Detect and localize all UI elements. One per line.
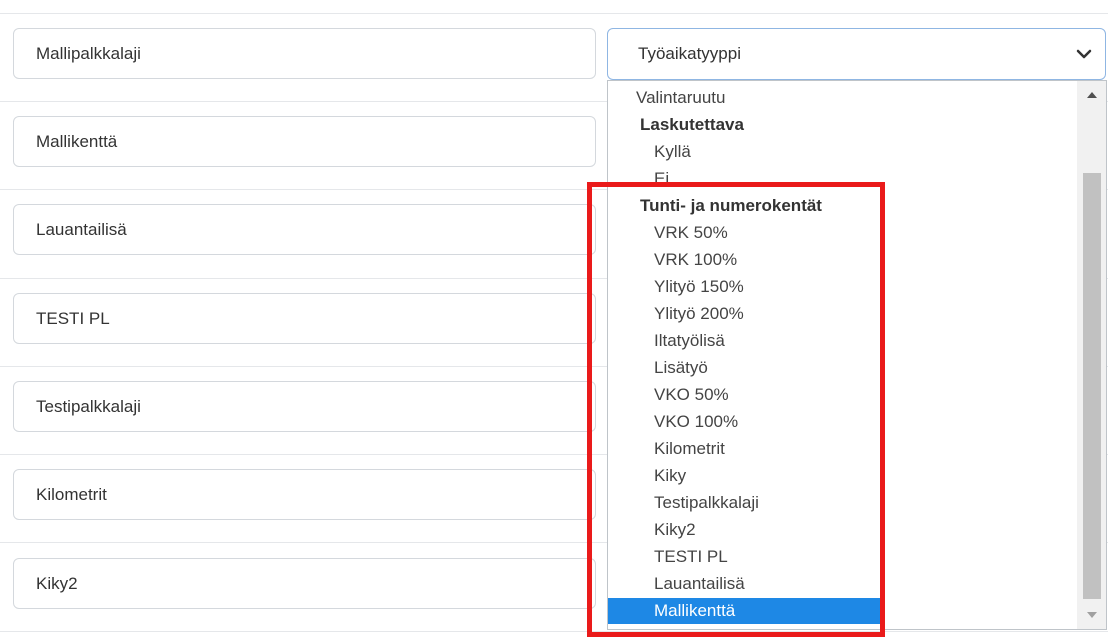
dropdown-option[interactable]: Kiky2 <box>608 517 1106 543</box>
dropdown-option[interactable]: TESTI PL <box>608 544 1106 570</box>
dropdown-option[interactable]: Kyllä <box>608 139 1106 165</box>
dropdown-option[interactable]: Lisätyö <box>608 355 1106 381</box>
dropdown-option[interactable]: VRK 100% <box>608 247 1106 273</box>
dropdown-option[interactable]: VKO 100% <box>608 409 1106 435</box>
scrollbar-thumb[interactable] <box>1083 173 1101 599</box>
dropdown-option[interactable]: Ylityö 200% <box>608 301 1106 327</box>
dropdown-option[interactable]: Iltatyölisä <box>608 328 1106 354</box>
dropdown-option[interactable]: Kilometrit <box>608 436 1106 462</box>
scroll-up-arrow-icon[interactable] <box>1087 92 1097 98</box>
dropdown-group-label: Tunti- ja numerokentät <box>640 196 822 215</box>
dropdown-option[interactable]: VKO 50% <box>608 382 1106 408</box>
chevron-down-icon <box>1076 49 1092 59</box>
dropdown-option-selected[interactable]: Mallikenttä <box>608 598 882 624</box>
dropdown-option[interactable]: Lauantailisä <box>608 571 1106 597</box>
row-divider <box>0 13 1108 14</box>
field-type-dropdown[interactable]: Valintaruutu Laskutettava Kyllä Ei Tunti… <box>607 80 1107 630</box>
field-name-input[interactable]: TESTI PL <box>13 293 596 344</box>
field-name-input[interactable]: Kiky2 <box>13 558 596 609</box>
field-name-input[interactable]: Mallikenttä <box>13 116 596 167</box>
dropdown-option[interactable]: Kiky <box>608 463 1106 489</box>
row-divider <box>0 631 1108 632</box>
dropdown-option[interactable]: Valintaruutu <box>608 85 1106 111</box>
field-name-input[interactable]: Mallipalkkalaji <box>13 28 596 79</box>
field-type-select[interactable]: Työaikatyyppi <box>607 28 1106 80</box>
dropdown-option[interactable]: Ei <box>608 166 1106 192</box>
scroll-down-arrow-icon[interactable] <box>1087 612 1097 618</box>
field-name-input[interactable]: Testipalkkalaji <box>13 381 596 432</box>
dropdown-option[interactable]: VRK 50% <box>608 220 1106 246</box>
dropdown-option[interactable]: Ylityö 150% <box>608 274 1106 300</box>
field-name-input[interactable]: Kilometrit <box>13 469 596 520</box>
dropdown-group-label: Laskutettava <box>640 115 744 134</box>
field-name-input[interactable]: Lauantailisä <box>13 204 596 255</box>
dropdown-option[interactable]: Testipalkkalaji <box>608 490 1106 516</box>
dropdown-scrollbar[interactable] <box>1077 81 1106 629</box>
field-type-select-value: Työaikatyyppi <box>638 44 741 63</box>
